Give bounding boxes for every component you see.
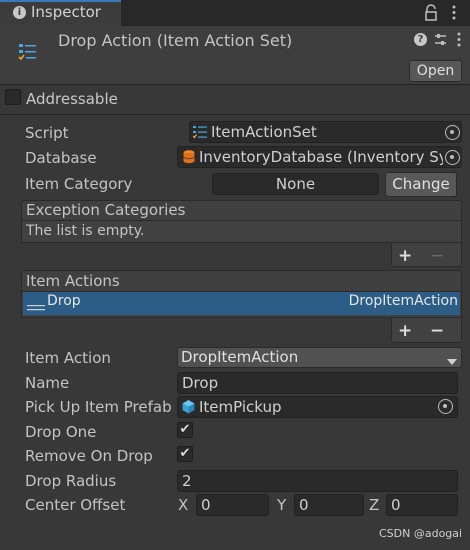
open-button[interactable]: Open [409,60,462,82]
exception-list-empty: The list is empty. [21,221,462,243]
y-label[interactable]: Y [277,496,286,514]
remove-button[interactable]: − [430,321,444,341]
prefab-icon [181,399,196,414]
addressable-label: Addressable [26,90,118,108]
add-button[interactable]: + [398,321,412,341]
script-field[interactable]: ItemActionSet [189,121,462,143]
name-input[interactable]: Drop [177,372,458,394]
remove-on-drop-checkbox[interactable]: ✔ [177,446,193,462]
tab-title: Inspector [31,3,101,21]
list-item-type: DropItemAction [348,293,458,309]
z-label[interactable]: Z [369,496,379,514]
addressable-checkbox[interactable] [5,89,21,105]
info-icon: i [13,6,26,19]
presets-icon[interactable] [433,32,448,47]
prefab-field[interactable]: ItemPickup [177,396,458,418]
object-picker-icon[interactable] [445,125,460,140]
drop-radius-input[interactable]: 2 [177,470,458,492]
lock-icon[interactable] [424,4,438,21]
database-icon [183,150,195,164]
object-picker-icon[interactable] [445,150,460,165]
drop-one-label: Drop One [25,423,97,441]
exception-list-header[interactable]: Exception Categories [21,200,462,221]
remove-button[interactable]: − [430,246,444,266]
divider [0,84,470,85]
name-label: Name [25,374,70,392]
offset-z-input[interactable]: 0 [386,494,458,516]
offset-y-input[interactable]: 0 [294,494,364,516]
add-button[interactable]: + [398,246,412,266]
context-menu-icon[interactable] [456,32,462,47]
item-action-label: Item Action [25,349,111,367]
change-button[interactable]: Change [385,172,457,197]
chevron-down-icon [447,354,457,365]
drop-one-checkbox[interactable]: ✔ [177,422,193,438]
drag-handle-icon[interactable] [27,300,45,311]
database-field[interactable]: InventoryDatabase (Inventory Sys [177,146,462,168]
more-icon[interactable] [451,4,457,21]
list-item-name: Drop [47,293,81,309]
dropdown-value: DropItemAction [181,348,299,366]
object-title: Drop Action (Item Action Set) [58,31,293,50]
item-actions-header[interactable]: Item Actions [21,270,462,292]
center-offset-label: Center Offset [25,496,126,514]
help-icon[interactable]: ? [414,33,427,46]
database-label: Database [25,149,97,167]
divider [0,114,470,115]
item-action-set-icon [18,42,38,62]
offset-x-input[interactable]: 0 [196,494,269,516]
watermark: CSDN @adogai [379,527,463,540]
remove-on-drop-label: Remove On Drop [25,447,153,465]
item-category-label: Item Category [25,175,133,193]
object-picker-icon[interactable] [438,399,453,414]
script-label: Script [25,124,69,142]
item-category-field[interactable]: None [212,173,379,195]
x-label[interactable]: X [178,496,188,514]
prefab-label: Pick Up Item Prefab [25,398,172,416]
script-icon [192,125,207,139]
drop-radius-label: Drop Radius [25,472,117,490]
